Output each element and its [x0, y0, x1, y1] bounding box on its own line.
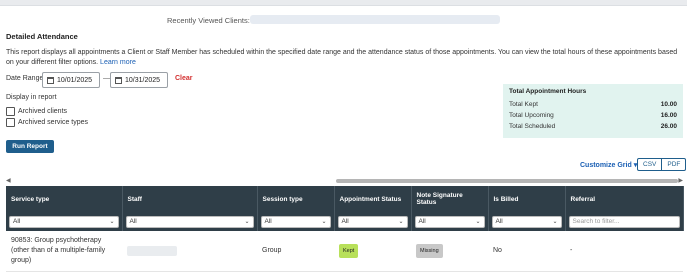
cell-is-billed: No [488, 231, 565, 272]
clear-dates-link[interactable]: Clear [175, 75, 193, 82]
col-referral[interactable]: Referral [565, 186, 684, 212]
totals-title: Total Appointment Hours [509, 88, 587, 95]
run-report-button[interactable]: Run Report [6, 140, 54, 153]
session-type-filter[interactable]: All ⌄ [260, 215, 331, 228]
learn-more-link[interactable]: Learn more [100, 59, 136, 66]
display-in-report-label: Display in report [6, 94, 57, 101]
filter-value: All [341, 218, 349, 225]
total-upcoming-label: Total Upcoming [509, 112, 554, 119]
customize-grid-label: Customize Grid [580, 162, 632, 169]
archived-service-types-checkbox[interactable] [6, 118, 15, 127]
calendar-icon [47, 76, 54, 84]
start-date-input[interactable]: 10/01/2025 [42, 72, 100, 88]
note-signature-status-filter[interactable]: All ⌄ [414, 215, 485, 228]
attendance-grid: Service type Staff Session type Appointm… [6, 186, 684, 272]
col-is-billed[interactable]: Is Billed [488, 186, 566, 212]
cell-note-signature-status: Missing [411, 231, 488, 272]
scrollbar-thumb[interactable] [336, 179, 678, 183]
filter-value: All [418, 218, 426, 225]
grid-filter-row: All ⌄ All ⌄ All ⌄ All ⌄ All ⌄ All ⌄ Search to … [6, 212, 684, 231]
chevron-down-icon: ⌄ [109, 219, 115, 225]
total-scheduled-label: Total Scheduled [509, 123, 556, 130]
filter-value: All [129, 218, 137, 225]
col-service-type[interactable]: Service type [6, 186, 123, 212]
customize-grid-button[interactable]: Customize Grid ▾ [580, 161, 637, 169]
calendar-icon [115, 76, 122, 84]
end-date-value: 10/31/2025 [125, 76, 161, 84]
cell-appointment-status: Kept [334, 231, 411, 272]
start-date-value: 10/01/2025 [57, 76, 93, 84]
export-group: CSV PDF [637, 158, 687, 171]
total-scheduled-row: Total Scheduled 26.00 [509, 121, 677, 132]
total-kept-row: Total Kept 10.00 [509, 99, 677, 110]
total-scheduled-value: 26.00 [660, 123, 677, 130]
status-badge: Kept [339, 243, 359, 258]
filter-value: All [264, 218, 272, 225]
totals-panel: Total Appointment Hours Total Kept 10.00… [503, 84, 683, 138]
archived-clients-checkbox[interactable] [6, 107, 15, 116]
chevron-down-icon: ⌄ [244, 219, 250, 225]
cell-service-type: 90853: Group psychotherapy (other than o… [6, 231, 122, 272]
cell-staff [122, 231, 257, 272]
page-title: Detailed Attendance [6, 32, 78, 41]
chevron-down-icon: ⌄ [321, 219, 327, 225]
chevron-down-icon: ⌄ [552, 219, 558, 225]
report-description: This report displays all appointments a … [6, 49, 678, 66]
cell-session-type: Group [257, 231, 334, 272]
date-separator: — [103, 75, 110, 82]
date-range-label: Date Range [6, 75, 44, 82]
scroll-right-icon[interactable]: ▶ [678, 177, 683, 184]
signature-badge: Missing [416, 243, 443, 258]
archived-service-types-label: Archived service types [18, 119, 89, 126]
horizontal-scrollbar[interactable]: ◀ ▶ [6, 178, 683, 184]
total-kept-label: Total Kept [509, 101, 538, 108]
archived-service-types-option[interactable]: Archived service types [6, 118, 88, 127]
col-session-type[interactable]: Session type [257, 186, 335, 212]
scroll-left-icon[interactable]: ◀ [6, 177, 11, 184]
filter-value: All [495, 218, 503, 225]
staff-filter[interactable]: All ⌄ [125, 215, 254, 228]
top-bar [0, 0, 687, 6]
service-type-filter[interactable]: All ⌄ [9, 215, 119, 228]
is-billed-filter[interactable]: All ⌄ [491, 215, 562, 228]
chevron-down-icon: ⌄ [475, 219, 481, 225]
grid-header-row: Service type Staff Session type Appointm… [6, 186, 684, 212]
col-note-signature-status[interactable]: Note Signature Status [411, 186, 489, 212]
recently-viewed-label: Recently Viewed Clients: [167, 16, 250, 25]
table-row[interactable]: 90853: Group psychotherapy (other than o… [6, 231, 683, 272]
referral-filter-input[interactable]: Search to filter... [568, 215, 680, 228]
recently-viewed-clients[interactable] [250, 15, 500, 24]
appointment-status-filter[interactable]: All ⌄ [337, 215, 408, 228]
filter-value: All [13, 218, 21, 225]
total-upcoming-row: Total Upcoming 16.00 [509, 110, 677, 121]
col-staff[interactable]: Staff [122, 186, 258, 212]
end-date-input[interactable]: 10/31/2025 [110, 72, 168, 88]
chevron-down-icon: ⌄ [398, 219, 404, 225]
total-kept-value: 10.00 [660, 101, 677, 108]
staff-name-redacted [127, 245, 177, 256]
archived-clients-label: Archived clients [18, 108, 68, 115]
csv-button[interactable]: CSV [637, 158, 663, 171]
cell-referral: - [565, 231, 683, 272]
total-upcoming-value: 16.00 [660, 112, 677, 119]
col-appointment-status[interactable]: Appointment Status [334, 186, 412, 212]
archived-clients-option[interactable]: Archived clients [6, 107, 67, 116]
pdf-button[interactable]: PDF [662, 158, 687, 171]
